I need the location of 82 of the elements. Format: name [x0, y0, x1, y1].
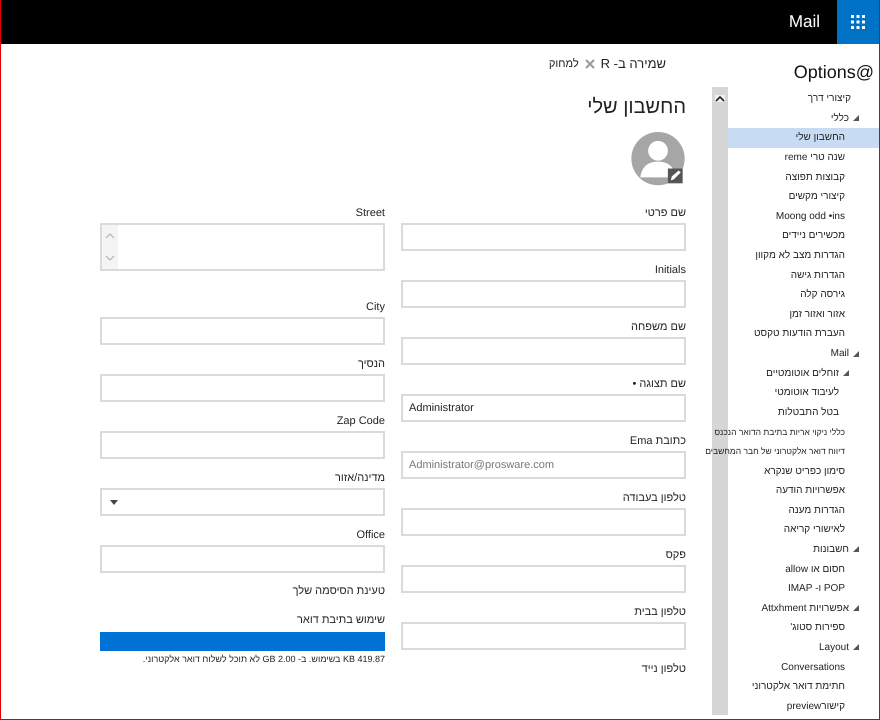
input-field[interactable]	[401, 622, 686, 650]
sidebar-item[interactable]: אפשרויות הודעה	[728, 480, 879, 500]
app-title: Mail	[788, 12, 820, 32]
field-label: Zap Code	[336, 414, 385, 429]
sidebar-item[interactable]: אזור ואזור זמן	[728, 304, 879, 324]
expanded-triangle-icon[interactable]	[853, 350, 859, 357]
expanded-triangle-icon[interactable]	[853, 546, 859, 552]
input-field[interactable]	[401, 280, 686, 308]
field-label: טלפון בעבודה	[622, 491, 686, 506]
field-label: שם משפחה	[630, 320, 686, 335]
expanded-triangle-icon[interactable]	[853, 115, 859, 122]
input-field[interactable]	[100, 431, 385, 459]
page-title: החשבון שלי	[587, 96, 686, 119]
scroll-up-icon[interactable]	[715, 95, 725, 102]
sidebar-item[interactable]: חשבונות	[728, 540, 879, 560]
input-field[interactable]	[401, 565, 686, 593]
grid-icon	[850, 14, 866, 30]
save-button[interactable]: שמירה ב- R	[600, 56, 666, 72]
field-label: שם פרטי	[644, 206, 686, 221]
sidebar-item[interactable]: קבוצות תפוצה	[728, 167, 879, 187]
sidebar-item[interactable]: גירסה קלה	[728, 284, 879, 305]
input-field[interactable]	[401, 337, 686, 365]
input-field[interactable]: Administrator	[401, 394, 686, 422]
sidebar-item[interactable]: אפשרויות Attxhment	[728, 598, 879, 618]
field-label: Office	[355, 528, 385, 543]
sidebar-item[interactable]: סימון כפריט שנקרא	[728, 461, 879, 481]
sidebar-item[interactable]: POP ו- IMAP	[728, 578, 879, 598]
sidebar-item[interactable]: החשבון שלי	[728, 128, 879, 148]
sidebar-item[interactable]: ספירות סטוג'	[728, 618, 879, 638]
app-launcher-button[interactable]	[837, 0, 879, 44]
sidebar-item[interactable]: Mail	[728, 344, 879, 364]
mailbox-usage-label: שימוש בתיבת דואר	[296, 613, 385, 628]
expanded-triangle-icon[interactable]	[853, 605, 859, 612]
sidebar-item[interactable]: כללי	[728, 108, 879, 128]
input-field[interactable]	[100, 374, 385, 402]
sidebar-item[interactable]: הגדרות מענה	[728, 500, 879, 520]
discard-button[interactable]: למחוק	[548, 58, 579, 70]
sidebar-item[interactable]: קיצורי דרך	[728, 89, 879, 109]
sidebar-item[interactable]: לעיבוד אוטומטי	[728, 382, 879, 402]
caret-icon	[110, 500, 118, 504]
field-label: מדינה/אזור	[334, 471, 385, 486]
sidebar-item[interactable]: Moong odd •ins	[728, 206, 879, 226]
field-label: פקס	[664, 548, 686, 563]
field-label: שם תצוגה •	[631, 377, 686, 392]
options-title: Options@	[792, 61, 875, 84]
field-label: Initials	[654, 263, 686, 278]
usage-note: 419.87 KB בשימוש. ב- 2.00 GB לא תוכל לשלוח דואר אלקטרוני.	[142, 654, 385, 664]
input-field[interactable]	[401, 223, 686, 251]
dropdown[interactable]	[100, 488, 385, 516]
field-label: טלפון בבית	[633, 605, 686, 620]
sidebar-item[interactable]: הגדרות גישה	[728, 265, 879, 285]
field-label: Street	[354, 206, 385, 221]
sidebar-item[interactable]: Layout	[728, 638, 879, 658]
input-field[interactable]	[401, 508, 686, 536]
sidebar-item[interactable]: Conversations	[728, 657, 879, 677]
input-field[interactable]	[100, 545, 385, 573]
close-icon[interactable]	[584, 58, 595, 69]
change-password-link[interactable]: טעינת הסיסמה שלך	[100, 585, 385, 613]
sidebar-item[interactable]: קישורpreview	[728, 696, 879, 716]
field-label: הנסיך	[357, 357, 385, 372]
sidebar-item[interactable]: שנה טרי reme	[728, 148, 879, 168]
expanded-triangle-icon[interactable]	[843, 370, 849, 376]
sidebar-item[interactable]: העברת הודעות טקסט	[728, 324, 879, 344]
text-area[interactable]	[100, 223, 385, 271]
field-label: כתובת Ema	[628, 434, 686, 449]
sidebar-item[interactable]: מכשירים ניידים	[728, 226, 879, 246]
sidebar-item[interactable]: הגדרות מצב לא מקוון	[728, 246, 879, 266]
sidebar-item[interactable]: בטל התבטלות	[728, 402, 879, 422]
input-field[interactable]: Administrator@prosware.com	[401, 451, 686, 479]
expanded-triangle-icon[interactable]	[853, 644, 859, 650]
sidebar-item[interactable]: חתימת דואר אלקטרוני	[728, 676, 879, 696]
sidebar-item[interactable]: לאישורי קריאה	[728, 520, 879, 540]
field-label: City	[365, 300, 385, 315]
sidebar-item[interactable]: קיצורי מקשים	[728, 186, 879, 207]
sidebar-item[interactable]: כללי ניקוי אריות בתיבת הדואר הנכנס	[714, 422, 879, 442]
scroll-down-icon[interactable]	[105, 255, 115, 261]
field-label: טלפון נייד	[640, 662, 686, 677]
avatar-drawing[interactable]	[630, 130, 686, 186]
input-field[interactable]	[100, 317, 385, 345]
sidebar-item[interactable]: דיווח דואר אלקטרוני של חבר המחשבים	[705, 442, 879, 462]
sidebar-item[interactable]: זוחלים אוטומטיים	[728, 363, 879, 383]
sidebar-item[interactable]: חסום או allow	[728, 559, 879, 579]
